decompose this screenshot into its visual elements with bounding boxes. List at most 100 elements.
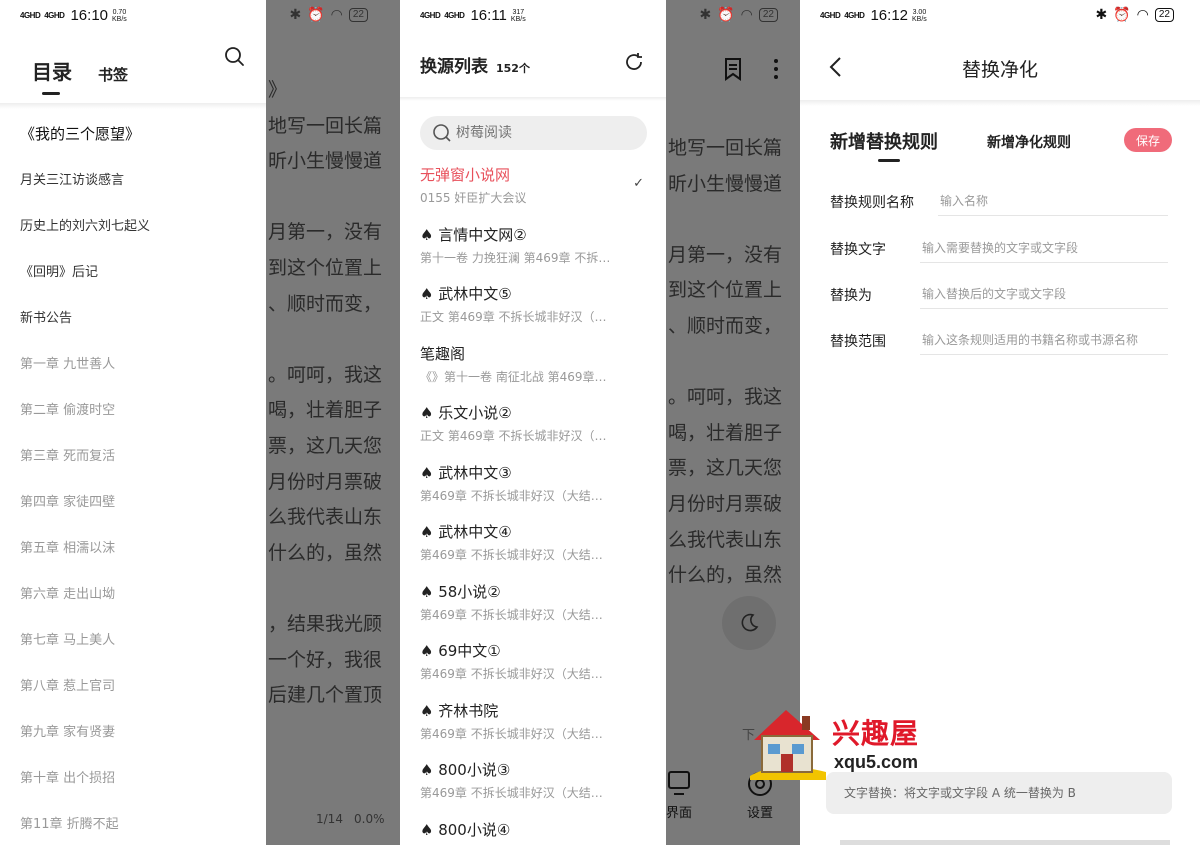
status-time: 16:10 <box>70 7 109 24</box>
toc-item[interactable]: 《回明》后记 <box>0 250 266 296</box>
status-bar: 4GHD 4GHD 16:10 0.70 KB/s ✱ ⏰ ◠ 22 <box>0 0 400 30</box>
wifi-icon: ◠ <box>1136 6 1149 22</box>
watermark-name: 兴趣屋 <box>832 717 920 750</box>
drawer-divider <box>0 103 266 109</box>
source-name: ♠ 齐林书院 <box>420 701 499 720</box>
watermark: 兴趣屋 xqu5.com <box>746 706 936 782</box>
source-search-box[interactable] <box>420 116 647 150</box>
save-button[interactable]: 保存 <box>1124 128 1172 152</box>
source-item[interactable]: ♠ 武林中文⑤ 正文 第469章 不拆长城非好汉（… <box>420 283 656 343</box>
reader-line: 票，这几天您 <box>268 435 383 457</box>
toc-item[interactable]: 第一章 九世善人 <box>0 342 266 388</box>
source-latest-chapter: 第469章 不拆长城非好汉（大结… <box>420 786 603 800</box>
reader-line: 地写一回长篇 <box>268 114 383 137</box>
toc-item[interactable]: 第五章 相濡以沫 <box>0 526 266 572</box>
wifi-icon: ◠ <box>330 6 343 22</box>
tab-new-purify-rule[interactable]: 新增净化规则 <box>987 132 1071 152</box>
bottom-strip <box>840 840 1170 845</box>
status-time: 16:11 <box>470 7 507 24</box>
toc-item[interactable]: 第十章 出个损招 <box>0 756 266 802</box>
source-item[interactable]: ♠ 武林中文④ 第469章 不拆长城非好汉（大结… <box>420 521 656 581</box>
toc-item[interactable]: 第四章 家徒四壁 <box>0 480 266 526</box>
toc-item[interactable]: 第九章 家有贤妻 <box>0 710 266 756</box>
source-item[interactable]: ♠ 800小说③ 第469章 不拆长城非好汉（大结… <box>420 759 656 819</box>
tab-ui[interactable]: 界面 <box>666 770 692 821</box>
night-mode-button[interactable] <box>722 596 776 650</box>
toc-item[interactable]: 第三章 死而复活 <box>0 434 266 480</box>
status-bar: 4GHD 4GHD 16:11 317 KB/s ✱ ⏰ ◠ 22 <box>400 0 800 30</box>
toc-item[interactable]: 第八章 惹上官司 <box>0 664 266 710</box>
reader-line: 昕小生慢慢道 <box>668 172 783 195</box>
rule-name-label: 替换规则名称 <box>830 195 914 211</box>
toc-item[interactable]: 月关三江访谈感言 <box>0 158 266 204</box>
source-latest-chapter: 第469章 不拆长城非好汉（大结… <box>420 726 603 741</box>
replace-with-input[interactable] <box>920 279 1168 309</box>
toc-item[interactable]: 第11章 折腾不起 <box>0 802 266 845</box>
toc-item[interactable]: 第七章 马上美人 <box>0 618 266 664</box>
source-panel: 换源列表 152个 无弹窗小说网 0155 奸臣扩大会议 ✓ ♠ 言情中文网② 第十一卷 … <box>400 0 666 845</box>
reader-line: 、顺时而变， <box>668 315 783 337</box>
source-item[interactable]: ♠ 69中文① 第469章 不拆长城非好汉（大结… <box>420 640 656 700</box>
toc-item[interactable]: 《我的三个愿望》 <box>0 110 266 158</box>
header-divider <box>800 100 1200 106</box>
signal-a: 4GHD <box>420 10 441 20</box>
toc-item[interactable]: 第二章 偷渡时空 <box>0 388 266 434</box>
battery-icon: 22 <box>758 7 778 22</box>
tab-settings-label: 设置 <box>746 806 773 821</box>
rule-name-input[interactable] <box>938 186 1168 216</box>
source-latest-chapter: 正文 第469章 不拆长城非好汉（… <box>420 429 607 443</box>
search-icon <box>433 124 451 142</box>
page-title: 替换净化 <box>961 59 1038 81</box>
reader-line: 》 <box>268 79 288 101</box>
source-item[interactable]: 无弹窗小说网 0155 奸臣扩大会议 ✓ <box>420 164 656 224</box>
bluetooth-icon: ✱ <box>699 6 712 22</box>
source-latest-chapter: 第469章 不拆长城非好汉（大结… <box>420 488 603 503</box>
page-indicator: 1/14 <box>316 812 343 826</box>
signal-b: 4GHD <box>44 10 65 20</box>
header-divider <box>400 97 666 101</box>
source-search-input[interactable] <box>456 125 636 141</box>
refresh-icon[interactable] <box>624 52 644 76</box>
tab-toc[interactable]: 目录 <box>32 56 72 95</box>
replace-with-label: 替换为 <box>830 288 872 304</box>
source-latest-chapter: 正文 第469章 不拆长城非好汉（… <box>420 310 607 324</box>
status-bar: 4GHD 4GHD 16:12 3.00 KB/s ✱ ⏰ ◠ 22 <box>800 0 1200 30</box>
more-icon[interactable] <box>772 57 780 85</box>
source-name: ♠ 800小说③ <box>420 761 511 779</box>
toc-item[interactable]: 第六章 走出山坳 <box>0 572 266 618</box>
toc-item[interactable]: 新书公告 <box>0 296 266 342</box>
source-item[interactable]: ♠ 齐林书院第469章 不拆长城非好汉（大结… <box>420 700 656 760</box>
source-latest-chapter: 《》第十一卷 南征北战 第469章… <box>420 369 607 384</box>
reader-line: 到这个位置上 <box>668 279 783 302</box>
source-item[interactable]: ♠ 乐文小说② 正文 第469章 不拆长城非好汉（… <box>420 402 656 462</box>
toc-item[interactable]: 历史上的刘六刘七起义 <box>0 204 266 250</box>
replace-scope-label: 替换范围 <box>830 334 886 350</box>
wifi-icon: ◠ <box>740 6 753 22</box>
source-item[interactable]: ♠ 800小说④ <box>420 819 656 845</box>
replace-text-input[interactable] <box>920 233 1168 263</box>
replace-text-field: 替换文字 <box>830 233 1168 263</box>
tab-ui-label: 界面 <box>666 806 693 821</box>
source-list: 无弹窗小说网 0155 奸臣扩大会议 ✓ ♠ 言情中文网② 第十一卷 力挽狂澜 第469… <box>420 164 656 845</box>
tab-bookmarks[interactable]: 书签 <box>98 64 128 85</box>
reader-line: ，结果我光顾 <box>268 613 383 635</box>
replace-scope-input[interactable] <box>920 325 1168 355</box>
network-speed: 0.70 KB/s <box>112 8 127 23</box>
source-count: 152个 <box>496 62 530 75</box>
screen-toc: 》地写一回长篇 昕小生慢慢道 月第一，没有 到这个位置上 、顺时而变， 。呵呵，我这 喝，壮… <box>0 0 400 845</box>
bookmark-icon[interactable] <box>724 57 742 85</box>
watermark-url: xqu5.com <box>834 752 919 772</box>
reader-line: 什么的，虽然 <box>268 541 383 564</box>
source-item[interactable]: 笔趣阁 《》第十一卷 南征北战 第469章… <box>420 343 656 403</box>
source-item[interactable]: ♠ 言情中文网② 第十一卷 力挽狂澜 第469章 不拆… <box>420 224 656 284</box>
source-latest-chapter: 第469章 不拆长城非好汉（大结… <box>420 607 603 622</box>
source-name: ♠ 800小说④ <box>420 820 511 839</box>
reader-line: 票，这几天您 <box>668 457 783 480</box>
reader-line: 喝，壮着胆子 <box>268 399 383 422</box>
signal-b: 4GHD <box>844 10 865 20</box>
source-item[interactable]: ♠ 武林中文③ 第469章 不拆长城非好汉（大结… <box>420 462 656 522</box>
tab-new-replace-rule[interactable]: 新增替换规则 <box>830 128 938 162</box>
progress-indicator: 0.0% <box>354 812 385 826</box>
search-icon[interactable] <box>224 46 246 72</box>
source-item[interactable]: ♠ 58小说② 第469章 不拆长城非好汉（大结… <box>420 581 656 641</box>
